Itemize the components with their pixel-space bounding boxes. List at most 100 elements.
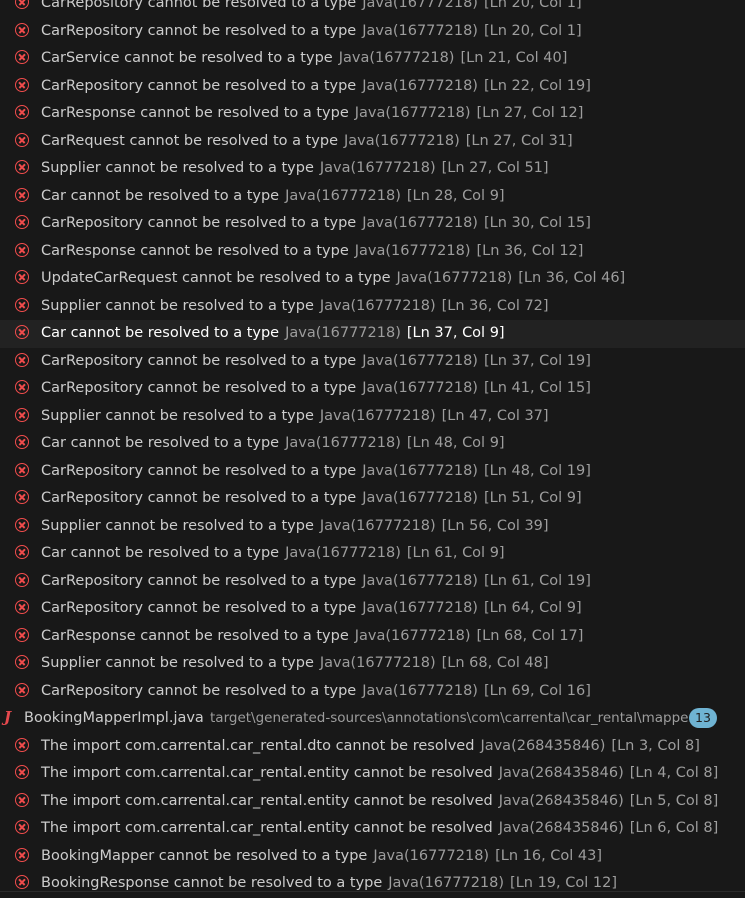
problem-location: [Ln 51, Col 9] bbox=[483, 490, 582, 506]
problem-item[interactable]: Supplier cannot be resolved to a type Jav… bbox=[0, 513, 745, 541]
file-group-header[interactable]: J BookingMapperImpl.java target\generate… bbox=[0, 705, 745, 733]
problem-location: [Ln 36, Col 72] bbox=[441, 297, 549, 314]
problem-message: The import com.carrental.car_rental.dto … bbox=[41, 737, 475, 754]
problem-location: [Ln 16, Col 43] bbox=[495, 847, 603, 864]
problem-message: CarRepository cannot be resolved to a ty… bbox=[41, 682, 357, 699]
error-icon bbox=[15, 242, 29, 257]
error-icon bbox=[15, 627, 29, 642]
problem-text: Supplier cannot be resolved to a type Jav… bbox=[41, 296, 549, 316]
error-icon bbox=[15, 50, 29, 64]
problem-source: Java(268435846) bbox=[480, 737, 606, 754]
error-icon bbox=[15, 352, 29, 367]
problem-message: UpdateCarRequest cannot be resolved to a… bbox=[41, 270, 391, 286]
problem-text: CarService cannot be resolved to a type J… bbox=[41, 48, 567, 68]
problem-item[interactable]: Car cannot be resolved to a type Java(167… bbox=[0, 540, 745, 568]
error-icon bbox=[15, 297, 29, 312]
problem-message: Car cannot be resolved to a type bbox=[41, 435, 280, 451]
problem-item[interactable]: Supplier cannot be resolved to a type Jav… bbox=[0, 155, 745, 183]
problem-item[interactable]: Car cannot be resolved to a type Java(167… bbox=[0, 430, 745, 458]
problem-item[interactable]: Supplier cannot be resolved to a type Jav… bbox=[0, 293, 745, 321]
problem-location: [Ln 69, Col 16] bbox=[483, 682, 591, 699]
problem-item[interactable]: CarRepository cannot be resolved to a ty… bbox=[0, 568, 745, 596]
problem-location: [Ln 61, Col 9] bbox=[406, 545, 505, 561]
problem-item[interactable]: The import com.carrental.car_rental.dto … bbox=[0, 733, 745, 761]
problem-text: Car cannot be resolved to a type Java(167… bbox=[41, 186, 505, 206]
file-path: target\generated-sources\annotations\com… bbox=[210, 710, 695, 726]
problem-source: Java(16777218) bbox=[354, 105, 471, 121]
problem-item[interactable]: CarRepository cannot be resolved to a ty… bbox=[0, 595, 745, 623]
problem-location: [Ln 48, Col 19] bbox=[483, 462, 591, 479]
problem-item[interactable]: BookingMapper cannot be resolved to a ty… bbox=[0, 843, 745, 871]
java-file-icon: J bbox=[4, 708, 12, 726]
problem-source: Java(16777218) bbox=[373, 847, 490, 864]
error-icon bbox=[15, 600, 29, 614]
problem-message: CarRepository cannot be resolved to a ty… bbox=[41, 215, 357, 231]
problem-source: Java(16777218) bbox=[319, 297, 436, 314]
problem-message: CarResponse cannot be resolved to a type bbox=[41, 105, 349, 121]
error-icon bbox=[15, 655, 29, 669]
problem-message: CarService cannot be resolved to a type bbox=[41, 50, 333, 66]
problem-item[interactable]: CarService cannot be resolved to a type J… bbox=[0, 45, 745, 73]
problems-group-booking-mapper: The import com.carrental.car_rental.dto … bbox=[0, 733, 745, 898]
problem-location: [Ln 5, Col 8] bbox=[629, 792, 719, 809]
problem-text: CarResponse cannot be resolved to a type… bbox=[41, 626, 583, 646]
error-icon bbox=[15, 187, 29, 202]
problem-item[interactable]: CarRepository cannot be resolved to a ty… bbox=[0, 375, 745, 403]
problem-source: Java(16777218) bbox=[362, 490, 478, 506]
problem-item[interactable]: CarRepository cannot be resolved to a ty… bbox=[0, 18, 745, 46]
problems-list: CarRepository cannot be resolved to a ty… bbox=[0, 0, 745, 898]
problem-source: Java(16777218) bbox=[319, 655, 436, 671]
error-icon bbox=[15, 0, 29, 9]
problem-item[interactable]: CarRepository cannot be resolved to a ty… bbox=[0, 458, 745, 486]
problem-location: [Ln 56, Col 39] bbox=[441, 517, 549, 534]
problem-location: [Ln 41, Col 15] bbox=[483, 380, 591, 396]
problem-location: [Ln 36, Col 46] bbox=[518, 270, 626, 286]
error-icon bbox=[15, 847, 29, 862]
problem-source: Java(16777218) bbox=[362, 77, 478, 94]
problem-message: CarRepository cannot be resolved to a ty… bbox=[41, 600, 357, 616]
problem-text: CarRepository cannot be resolved to a ty… bbox=[41, 0, 582, 13]
problem-location: [Ln 30, Col 15] bbox=[483, 215, 591, 231]
problem-item[interactable]: Supplier cannot be resolved to a type Jav… bbox=[0, 403, 745, 431]
error-icon bbox=[15, 875, 29, 889]
problem-text: CarResponse cannot be resolved to a type… bbox=[41, 103, 583, 123]
problem-location: [Ln 20, Col 1] bbox=[483, 22, 582, 39]
problem-location: [Ln 19, Col 12] bbox=[510, 875, 617, 891]
problem-text: Supplier cannot be resolved to a type Jav… bbox=[41, 158, 549, 178]
problem-message: The import com.carrental.car_rental.enti… bbox=[41, 792, 493, 809]
problem-item[interactable]: The import com.carrental.car_rental.enti… bbox=[0, 815, 745, 843]
problem-item[interactable]: Car cannot be resolved to a type Java(167… bbox=[0, 183, 745, 211]
problem-location: [Ln 22, Col 19] bbox=[483, 77, 591, 94]
problem-item[interactable]: CarResponse cannot be resolved to a type… bbox=[0, 238, 745, 266]
problem-text: CarRepository cannot be resolved to a ty… bbox=[41, 76, 591, 96]
problem-item[interactable]: UpdateCarRequest cannot be resolved to a… bbox=[0, 265, 745, 293]
problem-item[interactable]: The import com.carrental.car_rental.enti… bbox=[0, 760, 745, 788]
problem-item[interactable]: CarRepository cannot be resolved to a ty… bbox=[0, 0, 745, 18]
problem-message: CarRepository cannot be resolved to a ty… bbox=[41, 490, 357, 506]
problem-item[interactable]: CarRepository cannot be resolved to a ty… bbox=[0, 678, 745, 706]
problem-source: Java(16777218) bbox=[362, 22, 478, 39]
problem-message: Supplier cannot be resolved to a type bbox=[41, 297, 314, 314]
problem-text: Supplier cannot be resolved to a type Jav… bbox=[41, 653, 549, 673]
problem-item[interactable]: CarRepository cannot be resolved to a ty… bbox=[0, 210, 745, 238]
problem-item[interactable]: CarResponse cannot be resolved to a type… bbox=[0, 100, 745, 128]
error-icon bbox=[15, 572, 29, 587]
problem-item[interactable]: CarRepository cannot be resolved to a ty… bbox=[0, 348, 745, 376]
problem-item[interactable]: CarRepository cannot be resolved to a ty… bbox=[0, 73, 745, 101]
problem-item[interactable]: CarRequest cannot be resolved to a type J… bbox=[0, 128, 745, 156]
problem-source: Java(16777218) bbox=[362, 0, 478, 11]
problem-source: Java(16777218) bbox=[362, 380, 478, 396]
problem-location: [Ln 27, Col 12] bbox=[476, 105, 584, 121]
problem-location: [Ln 37, Col 19] bbox=[483, 352, 591, 369]
error-icon bbox=[15, 215, 29, 229]
problem-source: Java(16777218) bbox=[362, 462, 478, 479]
problem-item[interactable]: Car cannot be resolved to a type Java(167… bbox=[0, 320, 745, 348]
problem-item[interactable]: Supplier cannot be resolved to a type Jav… bbox=[0, 650, 745, 678]
problem-item[interactable]: CarResponse cannot be resolved to a type… bbox=[0, 623, 745, 651]
problem-message: BookingMapper cannot be resolved to a ty… bbox=[41, 847, 368, 864]
problem-item[interactable]: The import com.carrental.car_rental.enti… bbox=[0, 788, 745, 816]
problem-text: CarRepository cannot be resolved to a ty… bbox=[41, 488, 582, 508]
problem-item[interactable]: CarRepository cannot be resolved to a ty… bbox=[0, 485, 745, 513]
problem-message: Supplier cannot be resolved to a type bbox=[41, 407, 314, 424]
problem-text: UpdateCarRequest cannot be resolved to a… bbox=[41, 268, 625, 288]
